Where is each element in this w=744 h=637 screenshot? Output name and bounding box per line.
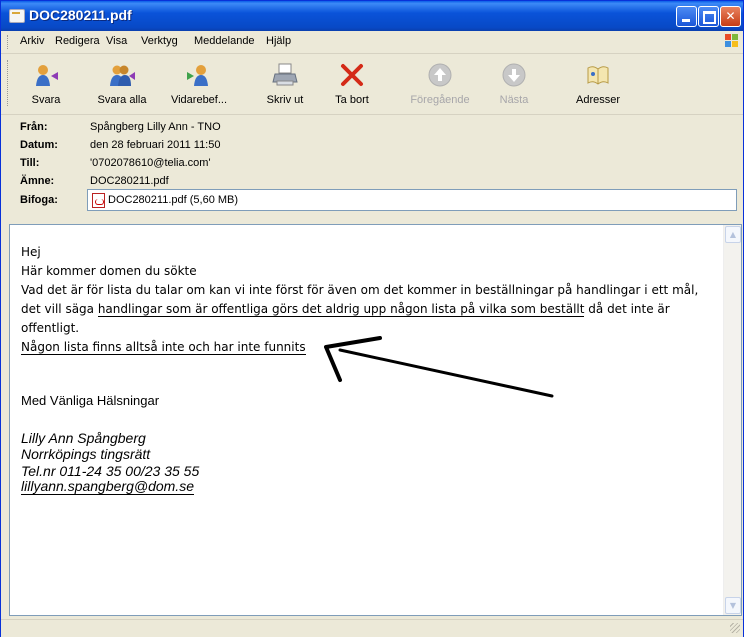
- signature-name: Lilly Ann Spångberg: [21, 430, 146, 446]
- resize-grip-icon[interactable]: [730, 623, 740, 633]
- menu-verktyg[interactable]: Verktyg: [141, 35, 178, 47]
- toolbar-grip: [7, 60, 10, 106]
- previous-label: Föregående: [410, 94, 470, 106]
- signature-org: Norrköpings tingsrätt: [21, 446, 151, 462]
- menu-grip: [7, 35, 10, 49]
- toolbar: Svara Svara alla Vidarebef... Skriv ut T…: [1, 54, 743, 115]
- scroll-up-arrow-icon[interactable]: ▲: [725, 226, 741, 243]
- addresses-button[interactable]: Adresser: [568, 56, 628, 110]
- minimize-button[interactable]: [676, 6, 697, 27]
- reply-all-button[interactable]: Svara alla: [87, 56, 157, 110]
- scroll-down-arrow-icon[interactable]: ▼: [725, 597, 741, 614]
- window-title: DOC280211.pdf: [29, 7, 132, 23]
- closing-line: Med Vänliga Hälsningar: [21, 393, 160, 408]
- reply-icon: [36, 65, 58, 86]
- status-bar: [1, 619, 743, 637]
- signature-phone: Tel.nr 011-24 35 00/23 35 55: [21, 463, 200, 479]
- greeting: Hej: [21, 245, 41, 259]
- underlined-text: handlingar som är offentliga görs det al…: [97, 302, 585, 317]
- printer-icon: [272, 63, 298, 86]
- menu-meddelande[interactable]: Meddelande: [194, 35, 255, 47]
- delete-button[interactable]: Ta bort: [327, 56, 377, 110]
- arrow-up-icon: [428, 63, 452, 87]
- message-window: DOC280211.pdf ✕ Arkiv Redigera Visa Verk…: [0, 0, 744, 637]
- reply-button[interactable]: Svara: [23, 56, 69, 110]
- menu-redigera[interactable]: Redigera: [55, 35, 100, 47]
- arrow-down-icon: [502, 63, 526, 87]
- next-button[interactable]: Nästa: [489, 56, 539, 110]
- menu-bar: Arkiv Redigera Visa Verktyg Meddelande H…: [1, 31, 743, 54]
- message-header: Från: Spångberg Lilly Ann - TNO Datum: d…: [1, 115, 743, 223]
- delete-x-icon: [341, 64, 363, 86]
- title-bar[interactable]: DOC280211.pdf ✕: [1, 1, 743, 31]
- subject-label: Ämne:: [20, 175, 55, 187]
- menu-arkiv[interactable]: Arkiv: [20, 35, 44, 47]
- reply-all-label: Svara alla: [97, 94, 147, 106]
- print-button[interactable]: Skriv ut: [260, 56, 310, 110]
- drawn-arrow-annotation: [324, 336, 554, 398]
- maximize-button[interactable]: [698, 6, 719, 27]
- reply-all-icon: [110, 65, 135, 86]
- windows-logo-icon: [725, 34, 739, 48]
- to-value[interactable]: '0702078610@telia.com': [90, 157, 211, 169]
- body-line: Här kommer domen du sökte: [21, 264, 197, 278]
- reply-label: Svara: [31, 94, 61, 106]
- date-value: den 28 februari 2011 11:50: [90, 139, 221, 151]
- vertical-scrollbar[interactable]: ▲ ▼: [723, 225, 741, 615]
- menu-visa[interactable]: Visa: [106, 35, 127, 47]
- forward-button[interactable]: Vidarebef...: [167, 56, 231, 110]
- close-button[interactable]: ✕: [720, 6, 741, 27]
- print-label: Skriv ut: [266, 94, 304, 106]
- underlined-conclusion: Någon lista finns alltså inte och har in…: [21, 340, 306, 355]
- from-label: Från:: [20, 121, 48, 133]
- attachment-link[interactable]: DOC280211.pdf (5,60 MB): [108, 194, 238, 206]
- forward-icon: [187, 65, 208, 86]
- attachment-field: DOC280211.pdf (5,60 MB): [87, 189, 737, 211]
- from-value[interactable]: Spångberg Lilly Ann - TNO: [90, 121, 221, 133]
- address-book-icon: [587, 66, 609, 85]
- menu-hjalp[interactable]: Hjälp: [266, 35, 291, 47]
- forward-label: Vidarebef...: [170, 94, 228, 106]
- signature-email-link[interactable]: lillyann.spangberg@dom.se: [21, 479, 194, 495]
- envelope-icon: [9, 9, 25, 23]
- next-label: Nästa: [499, 94, 529, 106]
- attach-label: Bifoga:: [20, 194, 58, 206]
- addresses-label: Adresser: [575, 94, 621, 106]
- subject-value: DOC280211.pdf: [90, 175, 169, 187]
- delete-label: Ta bort: [335, 94, 369, 106]
- date-label: Datum:: [20, 139, 58, 151]
- previous-button[interactable]: Föregående: [405, 56, 475, 110]
- body-paragraph: Vad det är för lista du talar om kan vi …: [21, 281, 721, 338]
- to-label: Till:: [20, 157, 40, 169]
- message-body[interactable]: Hej Här kommer domen du sökte Vad det är…: [9, 224, 742, 616]
- pdf-file-icon: [92, 193, 105, 208]
